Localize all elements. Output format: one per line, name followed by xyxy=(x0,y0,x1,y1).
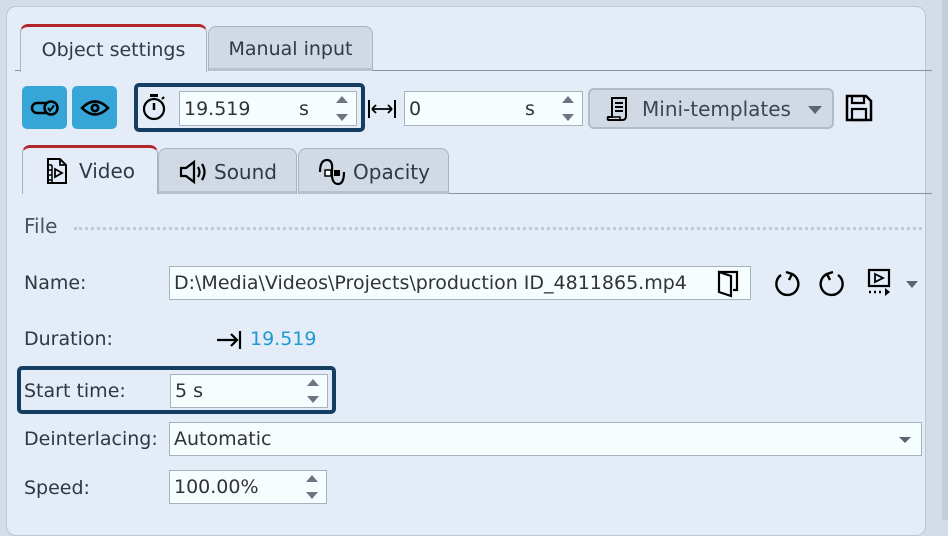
duration-value: 19.519 xyxy=(184,97,251,120)
tab-label: Sound xyxy=(214,159,277,184)
deinterlacing-value: Automatic xyxy=(174,428,272,450)
browse-file-button[interactable] xyxy=(716,270,740,298)
speaker-icon xyxy=(179,159,206,184)
duration-label: Duration: xyxy=(24,328,113,350)
tab-sound[interactable]: Sound xyxy=(158,148,297,194)
tab-label: Video xyxy=(78,159,136,183)
toggle-enabled-button[interactable] xyxy=(22,86,67,129)
film-document-icon xyxy=(46,158,67,184)
file-name-field[interactable]: D:\Media\Videos\Projects\production ID_4… xyxy=(169,266,751,300)
open-door-icon xyxy=(717,270,739,298)
scroll-document-icon xyxy=(606,96,627,121)
rotate-left-icon xyxy=(775,270,800,297)
speed-spinner[interactable] xyxy=(306,475,318,499)
offset-spinner[interactable] xyxy=(562,96,574,121)
speed-label: Speed: xyxy=(24,477,90,499)
tab-opacity[interactable]: Opacity xyxy=(298,148,449,194)
play-video-icon xyxy=(867,268,891,296)
rotate-right-icon xyxy=(819,270,844,297)
chevron-down-icon xyxy=(899,437,911,443)
deinterlacing-label: Deinterlacing: xyxy=(24,428,158,450)
name-label: Name: xyxy=(24,272,87,294)
rotate-left-button[interactable] xyxy=(771,268,803,300)
speed-input[interactable]: 100.00% xyxy=(169,470,327,504)
duration-unit: s xyxy=(299,97,309,120)
deinterlacing-select[interactable]: Automatic xyxy=(169,422,922,456)
scrollbar[interactable] xyxy=(942,0,948,520)
duration-spinner[interactable] xyxy=(336,96,348,121)
start-time-label: Start time: xyxy=(24,380,126,402)
offset-unit: s xyxy=(525,97,535,120)
section-title-file: File xyxy=(24,214,58,238)
file-name-value: D:\Media\Videos\Projects\production ID_4… xyxy=(174,272,687,294)
start-time-value: 5 s xyxy=(175,380,204,402)
floppy-disk-icon xyxy=(845,94,873,122)
offset-input[interactable]: 0 s xyxy=(404,91,583,126)
opacity-curve-icon xyxy=(318,158,346,185)
offset-value: 0 xyxy=(409,97,422,120)
tab-label: Opacity xyxy=(353,159,430,184)
toggle-check-icon xyxy=(30,99,59,116)
video-playback-button[interactable] xyxy=(864,266,896,300)
duration-value: 19.519 xyxy=(250,328,317,350)
tab-label: Manual input xyxy=(228,38,353,60)
tab-label: Object settings xyxy=(41,38,186,61)
section-divider xyxy=(74,227,922,230)
save-button[interactable] xyxy=(842,91,876,125)
mini-templates-button[interactable]: Mini-templates xyxy=(588,88,834,129)
start-time-input[interactable]: 5 s xyxy=(170,374,328,408)
start-time-spinner[interactable] xyxy=(307,379,319,403)
width-arrows-icon xyxy=(367,98,397,124)
playback-dropdown-icon[interactable] xyxy=(906,281,918,288)
arrow-to-end-icon xyxy=(215,330,243,354)
chevron-down-icon xyxy=(808,106,822,114)
tab-video[interactable]: Video xyxy=(22,145,158,194)
eye-icon xyxy=(79,99,110,116)
tab-divider xyxy=(373,70,932,71)
rotate-right-button[interactable] xyxy=(816,268,848,300)
stopwatch-icon xyxy=(141,93,167,125)
speed-value: 100.00% xyxy=(174,476,259,498)
duration-input[interactable]: 19.519 s xyxy=(179,91,357,126)
tab-object-settings[interactable]: Object settings xyxy=(20,24,207,72)
tab-divider xyxy=(449,193,932,194)
visibility-button[interactable] xyxy=(72,86,117,129)
tab-manual-input[interactable]: Manual input xyxy=(208,26,373,71)
mini-templates-label: Mini-templates xyxy=(642,96,791,121)
